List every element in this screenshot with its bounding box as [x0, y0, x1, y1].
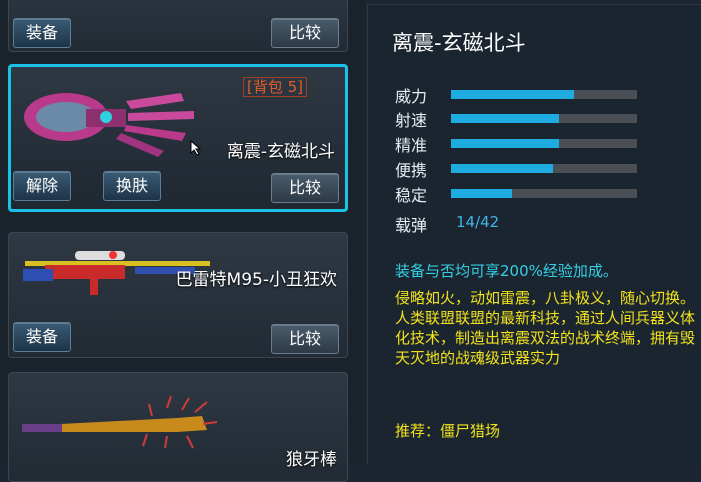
stat-row-stability: 稳定 — [395, 182, 695, 205]
stat-fill — [451, 189, 513, 198]
spiked-bat-image — [22, 395, 218, 449]
stat-bar — [451, 164, 637, 173]
inventory-list: 装备 比较 [背包 5] 离震-玄磁北斗 解除 换肤 比较 巴雷特M95-小丑狂… — [0, 0, 365, 482]
stat-label: 稳定 — [395, 186, 428, 205]
stat-fill — [451, 139, 559, 148]
stat-bar — [451, 114, 637, 123]
change-skin-button[interactable]: 换肤 — [103, 171, 162, 201]
weapon-card-barrett[interactable]: 巴雷特M95-小丑狂欢 装备 比较 — [8, 232, 348, 358]
stat-label: 便携 — [395, 161, 428, 180]
equip-button[interactable]: 装备 — [13, 18, 72, 48]
compare-button[interactable]: 比较 — [271, 324, 339, 354]
stat-bar — [451, 189, 637, 198]
weapon-detail-panel: 离震-玄磁北斗 威力 射速 精准 便携 稳定 载弹 14/42 装备与否均可享2… — [367, 4, 701, 464]
detail-title: 离震-玄磁北斗 — [392, 31, 526, 55]
weapon-name: 狼牙棒 — [286, 450, 337, 470]
stat-row-rate: 射速 — [395, 107, 695, 130]
gauntlet-weapon-image — [24, 93, 194, 157]
exp-bonus-text: 装备与否均可享200%经验加成。 — [395, 262, 618, 280]
bag-slot-badge: [背包 5] — [242, 77, 307, 97]
recommended-mode: 推荐：僵尸猎场 — [395, 422, 501, 440]
ammo-label: 载弹 — [395, 216, 428, 235]
stat-row-portability: 便携 — [395, 157, 695, 180]
remove-button[interactable]: 解除 — [13, 171, 72, 201]
stat-bar — [451, 139, 637, 148]
weapon-name: 离震-玄磁北斗 — [226, 142, 335, 162]
equip-button[interactable]: 装备 — [13, 322, 72, 352]
stat-fill — [451, 90, 574, 99]
compare-button[interactable]: 比较 — [271, 173, 339, 203]
ammo-value: 14/42 — [456, 213, 500, 231]
stat-label: 射速 — [395, 111, 428, 130]
compare-button[interactable]: 比较 — [271, 18, 339, 48]
stat-bar — [451, 90, 637, 99]
weapon-name: 巴雷特M95-小丑狂欢 — [175, 270, 337, 290]
stat-label: 精准 — [395, 136, 428, 155]
stat-fill — [451, 164, 554, 173]
stat-row-power: 威力 — [395, 83, 695, 106]
weapon-card-selected[interactable]: [背包 5] 离震-玄磁北斗 解除 换肤 比较 — [8, 64, 348, 212]
mouse-cursor-icon — [190, 140, 202, 156]
weapon-card-bat[interactable]: 狼牙棒 — [8, 372, 348, 482]
stat-label: 威力 — [395, 87, 428, 106]
weapon-card-top[interactable]: 装备 比较 — [8, 0, 348, 52]
stat-row-accuracy: 精准 — [395, 132, 695, 155]
stat-fill — [451, 114, 559, 123]
weapon-description: 侵略如火，动如雷震，八卦极义，随心切换。人类联盟联盟的最新科技，通过人间兵器义体… — [395, 289, 696, 367]
